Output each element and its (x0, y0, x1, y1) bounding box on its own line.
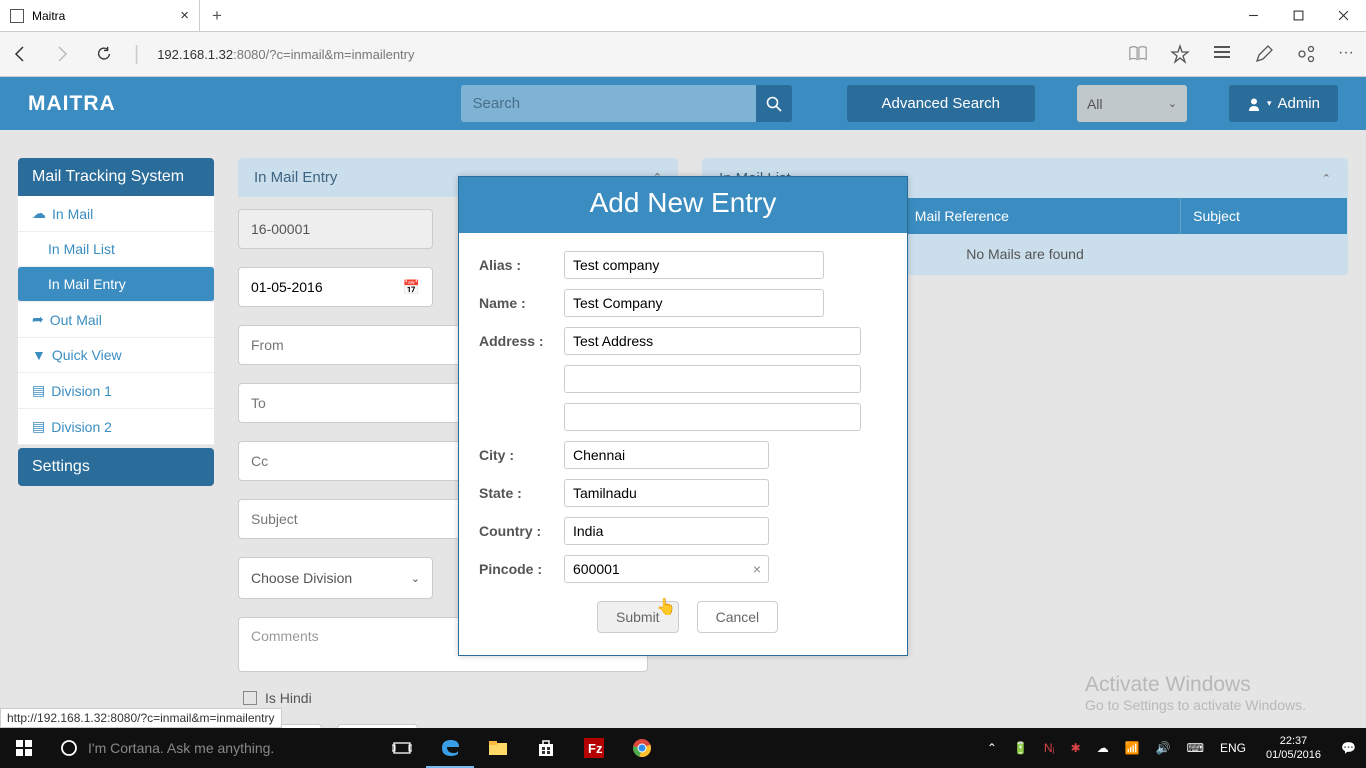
new-tab-button[interactable]: + (200, 6, 234, 26)
division-select[interactable]: Choose Division⌄ (238, 557, 433, 599)
state-label: State : (479, 485, 564, 501)
alias-input[interactable] (564, 251, 824, 279)
collapse-icon: ⌃ (1322, 172, 1331, 185)
sidebar-item-division1[interactable]: ▤Division 1 (18, 373, 214, 409)
close-window-button[interactable] (1321, 0, 1366, 32)
explorer-icon[interactable] (474, 728, 522, 768)
date-field[interactable]: 01-05-2016📅 (238, 267, 433, 307)
sidebar-item-division2[interactable]: ▤Division 2 (18, 409, 214, 445)
minimize-button[interactable] (1231, 0, 1276, 32)
activate-windows-watermark: Activate Windows Go to Settings to activ… (1085, 673, 1306, 713)
edge-icon[interactable] (426, 728, 474, 768)
refresh-button[interactable] (92, 42, 116, 66)
status-bar-url: http://192.168.1.32:8080/?c=inmail&m=inm… (0, 708, 282, 728)
sidebar-item-inmail-list[interactable]: In Mail List (18, 232, 214, 267)
clear-icon[interactable]: × (753, 561, 761, 577)
city-label: City : (479, 447, 564, 463)
country-label: Country : (479, 523, 564, 539)
taskview-icon[interactable] (378, 728, 426, 768)
tray-battery-icon[interactable]: 🔋 (1009, 741, 1032, 755)
maximize-button[interactable] (1276, 0, 1321, 32)
svg-text:Fz: Fz (588, 741, 603, 756)
address2-input[interactable] (564, 365, 861, 393)
tray-lang[interactable]: ENG (1216, 741, 1250, 755)
store-icon[interactable] (522, 728, 570, 768)
list-icon: ▤ (32, 418, 45, 435)
back-button[interactable] (8, 42, 32, 66)
hub-icon[interactable] (1212, 44, 1232, 64)
search-button[interactable] (756, 85, 792, 122)
tray-app2-icon[interactable]: ✱ (1067, 741, 1085, 755)
tray-chevron-icon[interactable]: ⌃ (983, 741, 1001, 755)
start-button[interactable] (0, 728, 48, 768)
cortana-icon (60, 739, 78, 757)
tray-onedrive-icon[interactable]: ☁ (1093, 741, 1113, 755)
sidebar-item-inmail-entry[interactable]: In Mail Entry (18, 267, 214, 302)
ishindi-checkbox[interactable]: Is Hindi (238, 690, 678, 706)
sidebar-settings[interactable]: Settings (18, 448, 214, 486)
app-logo: MAITRA (28, 92, 116, 116)
forward-button[interactable] (50, 42, 74, 66)
country-input[interactable] (564, 517, 769, 545)
browser-tab[interactable]: Maitra × (0, 0, 200, 31)
tray-notifications-icon[interactable]: 💬 (1337, 741, 1360, 755)
th-subject[interactable]: Subject (1181, 198, 1347, 234)
sidebar-item-outmail[interactable]: ➦Out Mail (18, 302, 214, 338)
taskbar: I'm Cortana. Ask me anything. Fz ⌃ 🔋 Nⱼ … (0, 728, 1366, 768)
alias-label: Alias : (479, 257, 564, 273)
tray-volume-icon[interactable]: 🔊 (1152, 741, 1175, 755)
favorite-icon[interactable] (1170, 44, 1190, 64)
page-icon (10, 9, 24, 23)
checkbox-icon (243, 691, 257, 705)
tray-clock[interactable]: 22:37 01/05/2016 (1258, 734, 1329, 762)
pincode-input[interactable] (564, 555, 769, 583)
admin-label: Admin (1277, 95, 1320, 112)
mailno-field (238, 209, 433, 249)
tray-app-icon[interactable]: Nⱼ (1040, 741, 1059, 755)
city-input[interactable] (564, 441, 769, 469)
name-input[interactable] (564, 289, 824, 317)
calendar-icon: 📅 (403, 279, 420, 296)
sidebar-item-quickview[interactable]: ▼Quick View (18, 338, 214, 373)
browser-toolbar: | 192.168.1.32:8080/?c=inmail&m=inmailen… (0, 32, 1366, 77)
list-icon: ▤ (32, 382, 45, 399)
modal-cancel-button[interactable]: Cancel (697, 601, 779, 633)
state-input[interactable] (564, 479, 769, 507)
address1-input[interactable] (564, 327, 861, 355)
filter-icon: ▼ (32, 347, 46, 363)
admin-menu-button[interactable]: ▾ Admin (1229, 85, 1338, 122)
cortana-search[interactable]: I'm Cortana. Ask me anything. (48, 728, 378, 768)
user-icon (1247, 97, 1261, 111)
address-bar[interactable]: 192.168.1.32:8080/?c=inmail&m=inmailentr… (157, 47, 414, 62)
cursor-icon: 👆 (656, 597, 676, 617)
sidebar: Mail Tracking System ☁In Mail In Mail Li… (18, 158, 214, 700)
tab-title: Maitra (32, 9, 172, 23)
search-input[interactable] (461, 85, 756, 122)
add-entry-modal: Add New Entry Alias : Name : Address : C… (458, 176, 908, 656)
filter-dropdown[interactable]: All⌄ (1077, 85, 1187, 122)
modal-title: Add New Entry (459, 177, 907, 233)
reading-view-icon[interactable] (1128, 44, 1148, 64)
tray-network-icon[interactable]: 📶 (1121, 741, 1144, 755)
sidebar-item-inmail[interactable]: ☁In Mail (18, 196, 214, 232)
filezilla-icon[interactable]: Fz (570, 728, 618, 768)
separator: | (134, 43, 139, 66)
address3-input[interactable] (564, 403, 861, 431)
cloud-download-icon: ☁ (32, 205, 46, 222)
address-label: Address : (479, 333, 564, 349)
th-mailref[interactable]: Mail Reference (902, 198, 1180, 234)
window-titlebar: Maitra × + (0, 0, 1366, 32)
app-header: MAITRA Advanced Search All⌄ ▾ Admin (0, 77, 1366, 130)
share-icon[interactable] (1296, 44, 1316, 64)
more-icon[interactable]: ··· (1338, 44, 1358, 64)
webnote-icon[interactable] (1254, 44, 1274, 64)
name-label: Name : (479, 295, 564, 311)
pincode-label: Pincode : (479, 561, 564, 577)
share-icon: ➦ (32, 311, 44, 328)
advanced-search-button[interactable]: Advanced Search (847, 85, 1035, 122)
sidebar-header: Mail Tracking System (18, 158, 214, 196)
close-tab-icon[interactable]: × (180, 7, 189, 24)
tray-keyboard-icon[interactable]: ⌨ (1183, 741, 1208, 755)
chrome-icon[interactable] (618, 728, 666, 768)
